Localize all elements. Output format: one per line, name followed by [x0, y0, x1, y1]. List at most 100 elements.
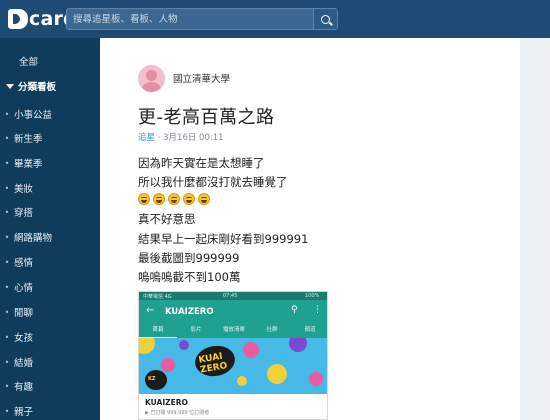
- laughing-face-icon: [198, 193, 210, 205]
- bullet-icon: •: [4, 282, 10, 292]
- bullet-icon: •: [4, 109, 10, 119]
- battery-text: 100%: [305, 293, 320, 299]
- sidebar-item[interactable]: • 親子: [0, 401, 100, 420]
- laughing-face-icon: [138, 193, 150, 205]
- post-line: 所以我什麼都沒打就去睡覺了: [138, 175, 288, 189]
- author-school: 國立清華大學: [173, 74, 231, 85]
- sidebar-item[interactable]: • 穿搭: [0, 202, 100, 222]
- bullet-icon: •: [4, 332, 10, 342]
- channel-tabs: 首頁 影片 播放清單 社群 頻道: [139, 324, 327, 338]
- sidebar-item-label: 結婚: [14, 358, 34, 369]
- sidebar-item-label: 小事公益: [14, 110, 53, 121]
- sidebar-item[interactable]: • 有趣: [0, 376, 100, 396]
- banner-dot: [237, 376, 247, 386]
- laughing-face-icon: [153, 193, 165, 205]
- sidebar-item[interactable]: • 美妝: [0, 178, 100, 198]
- laughing-face-icon: [183, 193, 195, 205]
- bullet-icon: •: [4, 381, 10, 391]
- tab-channels: 頻道: [304, 327, 316, 333]
- sidebar-item-all[interactable]: 全部: [0, 51, 100, 71]
- post-date: 3月16日 00:11: [163, 133, 224, 143]
- post-line: 真不好意思: [138, 212, 196, 226]
- search-icon: [321, 14, 330, 24]
- post-line: 嗚嗚嗚截不到100萬: [138, 270, 241, 284]
- bullet-icon: •: [4, 158, 10, 168]
- bullet-icon: •: [4, 307, 10, 317]
- sidebar-item-label: 美妝: [14, 184, 34, 195]
- phone-status-bar: 中華電信 4G 07:45 100%: [139, 292, 327, 300]
- tab-videos: 影片: [190, 327, 202, 333]
- channel-app-bar: ← KUAIZERO ⚲ ⋮: [139, 300, 327, 324]
- channel-avatar-logo: KZ: [148, 376, 156, 382]
- avatar[interactable]: [138, 65, 165, 92]
- post-meta: 追星 · 3月16日 00:11: [138, 131, 224, 143]
- bullet-icon: •: [4, 257, 10, 267]
- status-time: 07:45: [223, 293, 238, 299]
- sidebar-item[interactable]: • 女孩: [0, 327, 100, 347]
- banner-dot: [243, 342, 259, 358]
- tab-community: 社群: [266, 327, 278, 333]
- carrier-text: 中華電信 4G: [143, 294, 172, 300]
- sidebar-item-label: 有趣: [14, 382, 34, 393]
- banner-dot: [289, 338, 307, 352]
- bullet-icon: •: [4, 232, 10, 242]
- sidebar-item-label: 心情: [14, 283, 34, 294]
- sidebar-item-label: 全部: [19, 57, 39, 68]
- sidebar-category-label: 分類看板: [18, 82, 57, 93]
- laughing-face-icon: [168, 193, 180, 205]
- more-vert-icon: ⋮: [313, 305, 322, 315]
- sidebar-item[interactable]: • 結婚: [0, 352, 100, 372]
- channel-name: KUAIZERO: [145, 398, 188, 407]
- sidebar-item[interactable]: • 新生季: [0, 128, 100, 148]
- banner-dot: [161, 358, 175, 372]
- sidebar-item[interactable]: • 閒聊: [0, 302, 100, 322]
- post-line: 結果早上一起床剛好看到999991: [138, 232, 309, 246]
- chevron-down-icon: [6, 83, 14, 89]
- sidebar-item[interactable]: • 小事公益: [0, 104, 100, 124]
- back-arrow-icon: ←: [146, 305, 155, 316]
- banner-dot: [309, 372, 323, 386]
- bullet-icon: •: [4, 406, 10, 416]
- post-title: 更-老高百萬之路: [138, 107, 275, 128]
- sidebar-item-label: 閒聊: [14, 308, 34, 319]
- post-line: 因為昨天實在是太想睡了: [138, 156, 265, 170]
- subscriber-count: ▶ 已訂閱 999,999 位訂閱者: [145, 410, 210, 416]
- tab-home: 首頁: [139, 324, 177, 338]
- tab-playlists: 播放清單: [222, 327, 245, 333]
- forum-link[interactable]: 追星: [138, 133, 155, 143]
- sidebar-item-label: 女孩: [14, 333, 34, 344]
- sidebar-item[interactable]: • 畢業季: [0, 153, 100, 173]
- search-icon: ⚲: [291, 305, 298, 315]
- sidebar-category-header[interactable]: 分類看板: [0, 76, 100, 96]
- sidebar-item-label: 新生季: [14, 134, 43, 145]
- search-box: [66, 8, 338, 30]
- dcard-d-icon: [8, 9, 28, 29]
- channel-title: KUAIZERO: [165, 307, 214, 317]
- post-line: 最後截圖到999999: [138, 251, 240, 265]
- sidebar-item-label: 感情: [14, 258, 34, 269]
- sidebar-item[interactable]: • 心情: [0, 277, 100, 297]
- bullet-icon: •: [4, 207, 10, 217]
- top-bar: card: [0, 0, 550, 38]
- sidebar-item[interactable]: • 感情: [0, 252, 100, 272]
- sidebar-item-label: 親子: [14, 407, 34, 418]
- post-image[interactable]: 中華電信 4G 07:45 100% ← KUAIZERO ⚲ ⋮ 首頁 影片 …: [138, 291, 328, 420]
- channel-avatar: KZ: [145, 370, 167, 390]
- emoji-row: [138, 193, 210, 205]
- sidebar-item-label: 網路購物: [14, 233, 53, 244]
- sidebar: 全部 分類看板 • 小事公益 • 新生季 • 畢業季 • 美妝 • 穿搭 • 網路購物 • 感…: [0, 38, 100, 420]
- post-card: 國立清華大學 更-老高百萬之路 追星 · 3月16日 00:11 因為昨天實在是…: [100, 38, 520, 420]
- banner-dot: [179, 340, 189, 350]
- channel-banner: KUAI ZERO KZ: [139, 338, 327, 394]
- sidebar-item-label: 畢業季: [14, 159, 43, 170]
- banner-dot: [139, 338, 155, 354]
- sidebar-item[interactable]: • 網路購物: [0, 227, 100, 247]
- main-content: 國立清華大學 更-老高百萬之路 追星 · 3月16日 00:11 因為昨天實在是…: [100, 38, 550, 420]
- search-button[interactable]: [313, 9, 337, 29]
- bullet-icon: •: [4, 183, 10, 193]
- bullet-icon: •: [4, 357, 10, 367]
- search-input[interactable]: [67, 9, 313, 29]
- bullet-icon: •: [4, 133, 10, 143]
- banner-dot: [267, 364, 287, 384]
- kuaizero-logo: KUAI ZERO: [192, 342, 238, 380]
